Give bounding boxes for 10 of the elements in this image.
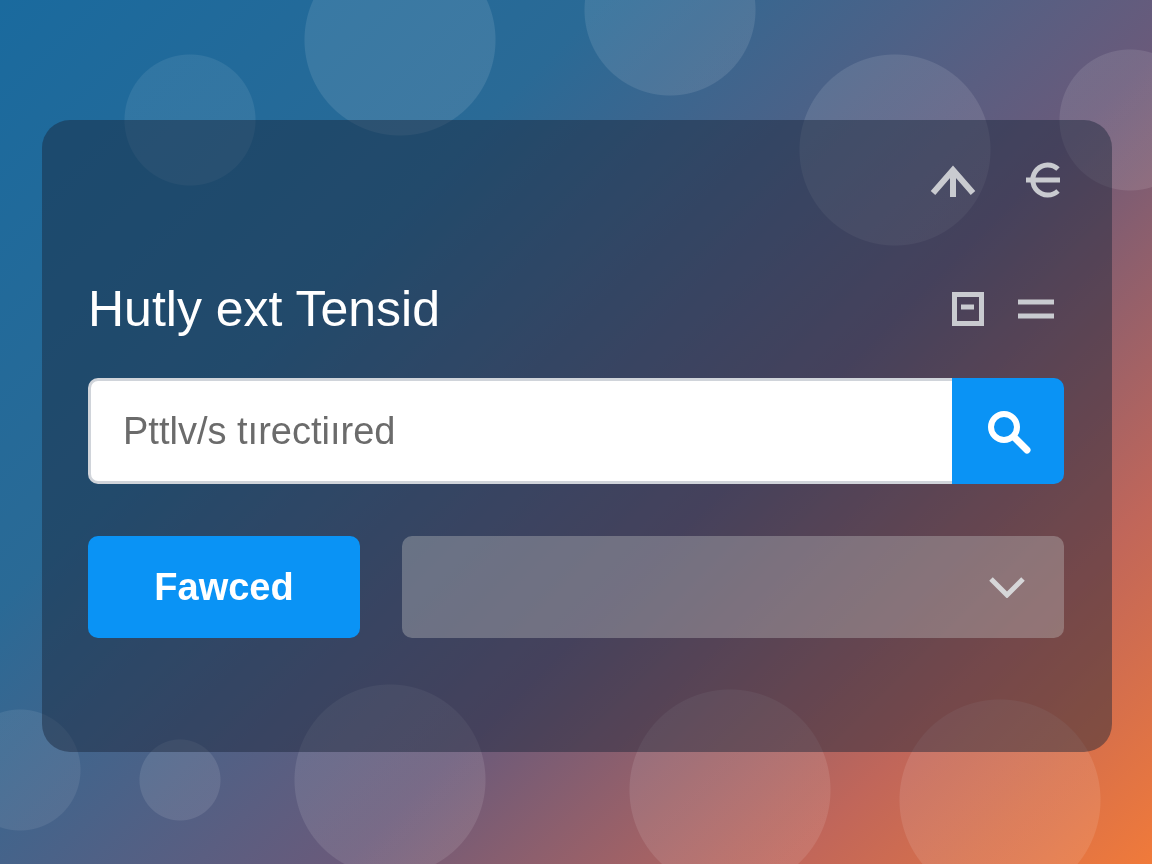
primary-button[interactable]: Fawced [88, 536, 360, 638]
search-button[interactable] [952, 378, 1064, 484]
euro-icon[interactable] [1024, 162, 1062, 198]
window-icon[interactable] [952, 292, 984, 326]
title: Hutly ext Tensid [88, 280, 441, 338]
menu-icon[interactable] [1018, 299, 1054, 319]
search-field[interactable]: Pttlv/s tırectiıred [88, 378, 952, 484]
chevron-down-icon [988, 576, 1026, 598]
up-arrow-icon[interactable] [930, 163, 976, 197]
search-icon [985, 408, 1031, 454]
